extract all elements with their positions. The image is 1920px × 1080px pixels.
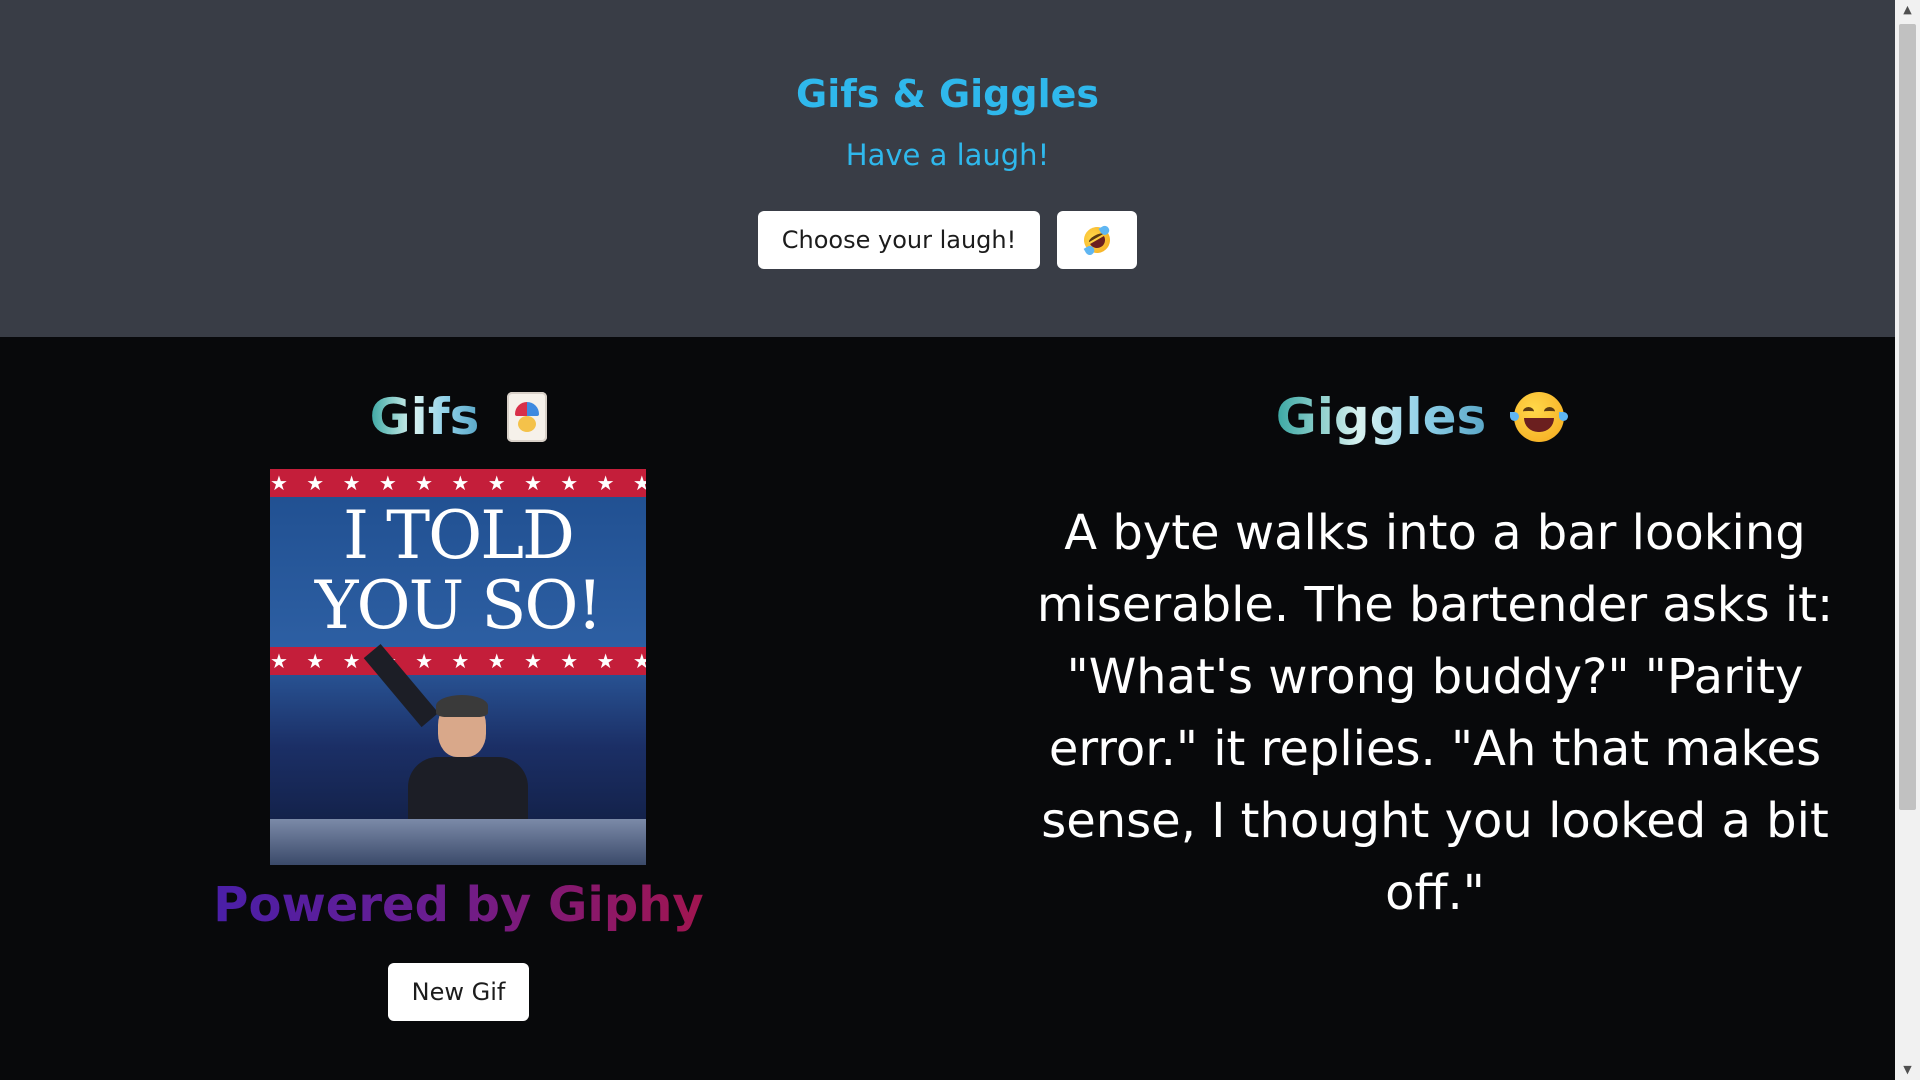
powered-by-text: Powered by Giphy <box>213 877 704 933</box>
gifs-heading-text: Gifs <box>369 388 480 446</box>
gif-caption: I TOLD YOU SO! <box>314 497 603 644</box>
app-content: Gifs & Giggles Have a laugh! Choose your… <box>0 0 1895 1080</box>
giggles-heading: Giggles <box>970 387 1870 447</box>
joke-text: A byte walks into a bar looking miserabl… <box>1036 505 1834 921</box>
eye <box>1523 407 1535 416</box>
scroll-up-icon[interactable]: ▲ <box>1895 0 1920 20</box>
gif-person-hair <box>436 695 488 717</box>
giggles-heading-text: Giggles <box>1275 388 1487 446</box>
tear-icon <box>1083 244 1097 257</box>
mouth <box>1524 418 1555 432</box>
tear-icon <box>1559 412 1569 421</box>
random-laugh-button[interactable] <box>1057 211 1138 269</box>
header-buttons: Choose your laugh! <box>0 211 1895 269</box>
tear-icon <box>1098 224 1112 237</box>
choose-laugh-button[interactable]: Choose your laugh! <box>757 211 1041 269</box>
rolling-on-floor-laughing-icon <box>1079 222 1115 258</box>
app-title: Gifs & Giggles <box>796 72 1099 116</box>
new-gif-button[interactable]: New Gif <box>387 963 530 1021</box>
tear-icon <box>1510 412 1520 421</box>
powered-by-giphy: Powered by Giphy <box>0 877 917 933</box>
scroll-thumb[interactable] <box>1899 24 1916 810</box>
gif-stars-bottom: ★ ★ ★ ★ ★ ★ ★ ★ ★ ★ ★ ★ ★ ★ <box>270 647 646 675</box>
header: Gifs & Giggles Have a laugh! Choose your… <box>0 0 1895 337</box>
new-gif-wrap: New Gif <box>0 963 917 1021</box>
gifs-heading: Gifs <box>0 387 917 447</box>
gif-stars-top: ★ ★ ★ ★ ★ ★ ★ ★ ★ ★ ★ ★ ★ ★ <box>270 469 646 497</box>
vertical-scrollbar[interactable]: ▲ ▼ <box>1895 0 1920 1080</box>
jester-card-icon <box>507 392 548 442</box>
gif-desk <box>270 819 646 865</box>
scroll-down-icon[interactable]: ▼ <box>1895 1060 1920 1080</box>
gif-image: ★ ★ ★ ★ ★ ★ ★ ★ ★ ★ ★ ★ ★ ★ I TOLD YOU S… <box>270 469 646 865</box>
main-area: Gifs ★ ★ ★ ★ ★ ★ ★ ★ ★ ★ ★ ★ ★ ★ I TOLD … <box>0 337 1895 1080</box>
face-with-tears-of-joy-icon <box>1510 392 1569 442</box>
app-subtitle: Have a laugh! <box>845 138 1050 172</box>
page: Gifs & Giggles Have a laugh! Choose your… <box>0 0 1920 1080</box>
eye <box>1544 407 1556 416</box>
